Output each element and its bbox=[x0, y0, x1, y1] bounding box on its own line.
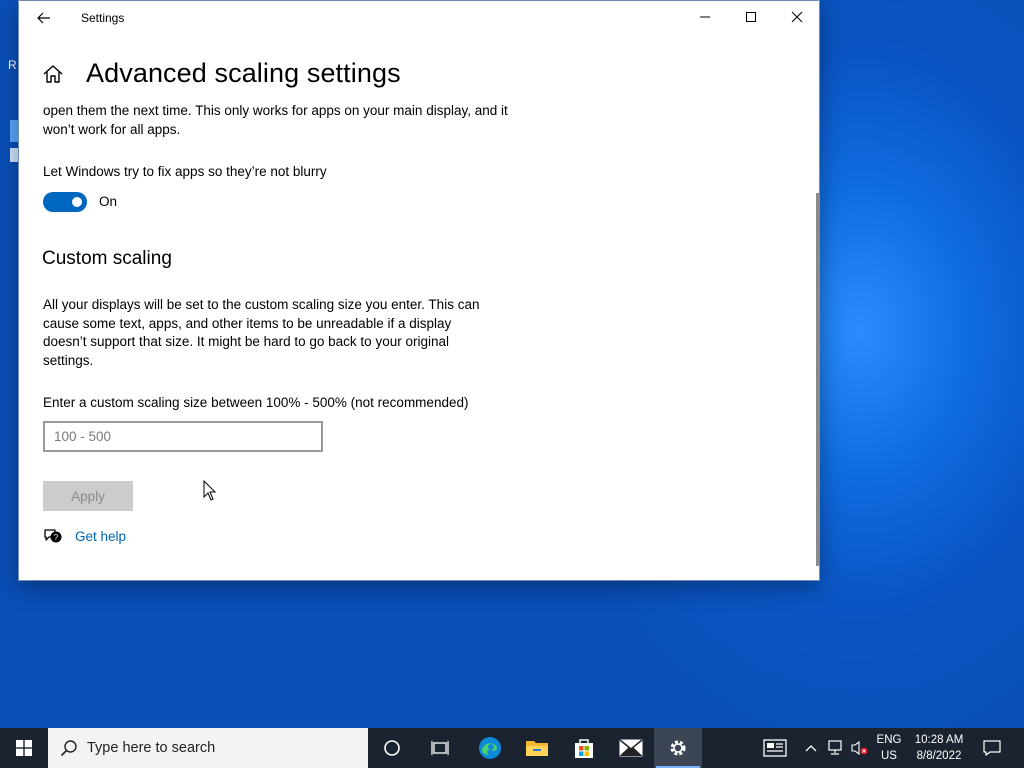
taskbar-search-box[interactable]: Type here to search bbox=[48, 728, 368, 768]
news-icon bbox=[763, 739, 787, 757]
title-bar[interactable]: Settings bbox=[19, 1, 819, 35]
back-button[interactable] bbox=[33, 7, 55, 29]
get-help-link[interactable]: Get help bbox=[75, 529, 126, 544]
page-title: Advanced scaling settings bbox=[86, 58, 401, 88]
close-icon bbox=[791, 11, 803, 23]
search-icon bbox=[60, 740, 77, 757]
custom-scaling-input-label: Enter a custom scaling size between 100%… bbox=[43, 395, 469, 410]
task-view-button[interactable] bbox=[416, 728, 464, 768]
file-explorer-button[interactable] bbox=[513, 728, 561, 768]
fix-blurry-apps-toggle[interactable] bbox=[43, 192, 87, 212]
custom-scaling-heading: Custom scaling bbox=[43, 248, 172, 269]
show-hidden-icons-button[interactable] bbox=[800, 728, 822, 768]
custom-scaling-description: All your displays will be set to the cus… bbox=[43, 297, 480, 368]
close-button[interactable] bbox=[774, 1, 819, 33]
cortana-circle-icon bbox=[384, 740, 400, 756]
edge-browser-icon bbox=[479, 737, 501, 759]
search-placeholder: Type here to search bbox=[87, 740, 216, 756]
input-language-indicator[interactable]: ENG US bbox=[870, 732, 908, 764]
action-center-button[interactable] bbox=[972, 728, 1012, 768]
volume-muted-icon bbox=[851, 740, 868, 756]
back-arrow-icon bbox=[37, 12, 50, 24]
language-code: ENG bbox=[876, 734, 902, 746]
volume-button[interactable] bbox=[848, 728, 870, 768]
maximize-button[interactable] bbox=[728, 1, 774, 33]
keyboard-layout: US bbox=[881, 750, 897, 762]
window-title: Settings bbox=[81, 11, 125, 25]
cortana-button[interactable] bbox=[368, 728, 416, 768]
notification-icon bbox=[983, 740, 1001, 756]
help-chat-icon: ? bbox=[44, 529, 62, 543]
folder-icon bbox=[526, 741, 548, 756]
minimize-icon bbox=[700, 16, 710, 18]
task-view-icon bbox=[431, 741, 449, 755]
custom-scaling-input[interactable] bbox=[43, 421, 323, 452]
microsoft-store-button[interactable] bbox=[560, 728, 608, 768]
network-button[interactable] bbox=[824, 728, 846, 768]
start-button[interactable] bbox=[0, 728, 48, 768]
home-button[interactable] bbox=[41, 62, 65, 86]
clock-date: 8/8/2022 bbox=[916, 750, 962, 762]
settings-taskbar-button[interactable] bbox=[654, 728, 702, 768]
settings-window: Settings Advanced scaling settings open … bbox=[18, 0, 820, 581]
minimize-button[interactable] bbox=[682, 1, 728, 33]
mouse-cursor-icon bbox=[203, 480, 217, 501]
settings-content: open them the next time. This only works… bbox=[43, 97, 513, 577]
get-help-row[interactable]: ? Get help bbox=[43, 526, 126, 546]
page-header: Advanced scaling settings bbox=[19, 53, 819, 97]
content-scrollbar[interactable] bbox=[816, 193, 819, 566]
toggle-knob bbox=[72, 197, 82, 207]
home-icon bbox=[43, 65, 63, 83]
fix-apps-description: open them the next time. This only works… bbox=[43, 103, 508, 137]
mail-envelope-icon bbox=[619, 739, 643, 757]
gear-icon bbox=[670, 740, 686, 756]
apply-button[interactable]: Apply bbox=[43, 481, 133, 511]
edge-taskbar-button[interactable] bbox=[466, 728, 514, 768]
chevron-up-icon bbox=[805, 745, 817, 752]
svg-text:?: ? bbox=[54, 533, 59, 542]
clipped-text-fragment bbox=[43, 97, 513, 101]
fix-blurry-apps-label: Let Windows try to fix apps so they’re n… bbox=[43, 164, 327, 179]
store-bag-icon bbox=[575, 739, 593, 758]
windows-logo-icon bbox=[16, 740, 32, 756]
desktop-icon-label[interactable]: R bbox=[8, 58, 17, 72]
taskbar-clock[interactable]: 10:28 AM 8/8/2022 bbox=[908, 732, 970, 764]
maximize-icon bbox=[746, 12, 756, 22]
clock-time: 10:28 AM bbox=[914, 734, 964, 746]
toggle-state-label: On bbox=[99, 194, 118, 209]
network-icon bbox=[828, 740, 842, 755]
taskbar: Type here to search ENG US 10:28 AM 8/8/… bbox=[0, 728, 1024, 768]
mail-button[interactable] bbox=[607, 728, 655, 768]
news-widget-button[interactable] bbox=[756, 728, 794, 768]
